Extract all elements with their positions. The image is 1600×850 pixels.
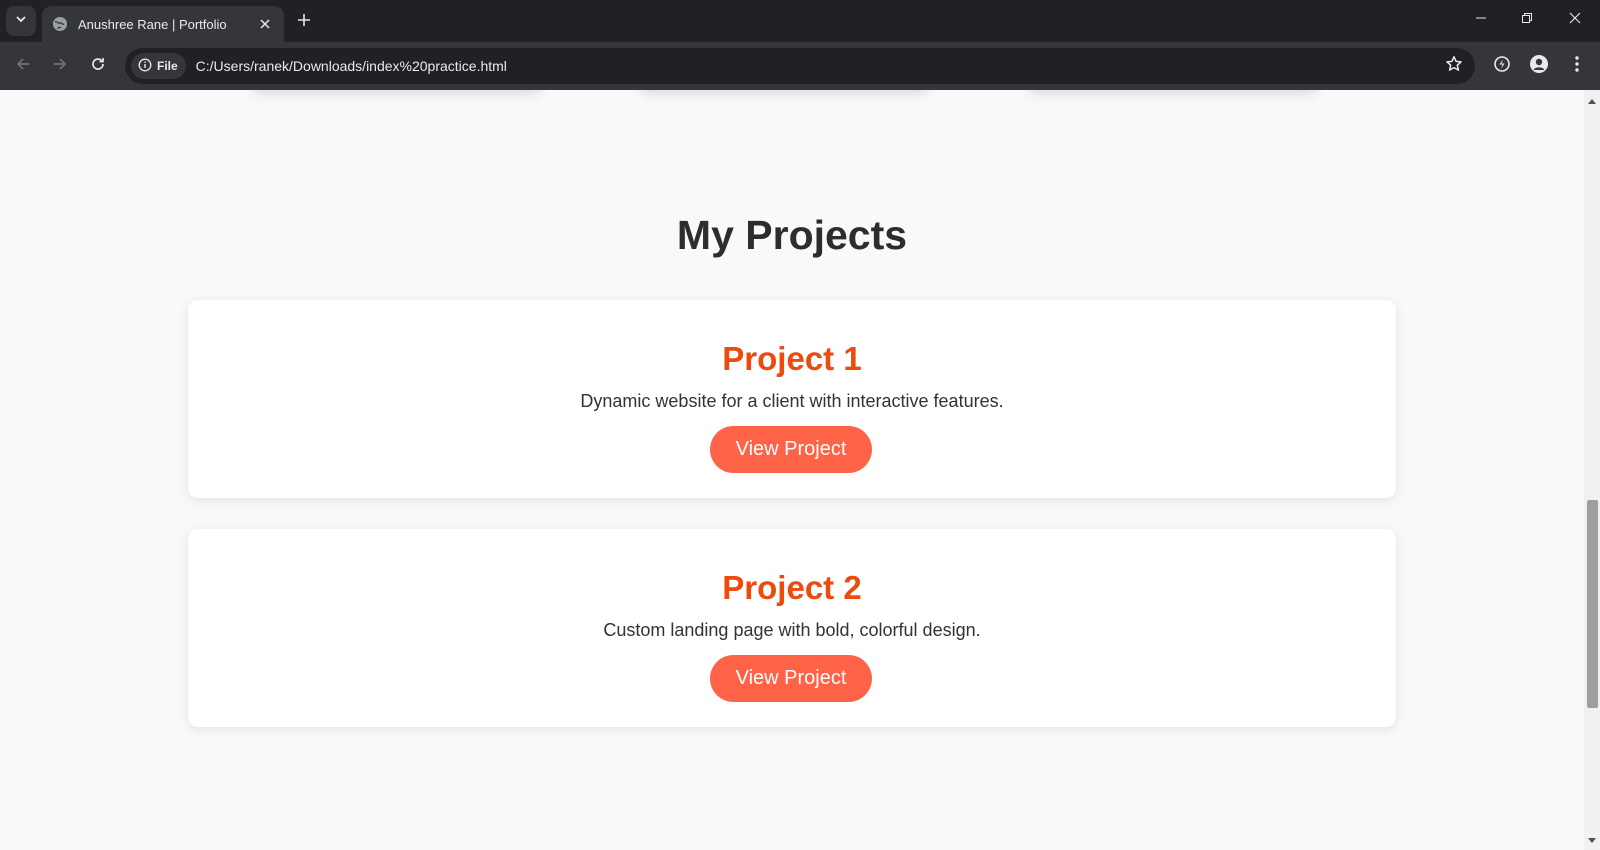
- project-description: Custom landing page with bold, colorful …: [603, 620, 981, 640]
- back-button[interactable]: [7, 50, 39, 82]
- close-window-button[interactable]: [1552, 0, 1598, 40]
- triangle-up-icon: [1588, 91, 1596, 109]
- globe-icon: [52, 16, 68, 32]
- tab-strip: Anushree Rane | Portfolio: [0, 0, 1600, 42]
- browser-toolbar: File C:/Users/ranek/Downloads/index%20pr…: [0, 42, 1600, 90]
- restore-icon: [1521, 11, 1533, 29]
- triangle-down-icon: [1588, 831, 1596, 849]
- avatar-icon: [1529, 54, 1549, 79]
- project-card: Project 1 Dynamic website for a client w…: [188, 300, 1396, 498]
- scroll-up-arrow[interactable]: [1584, 92, 1600, 108]
- arrow-right-icon: [52, 56, 68, 77]
- reload-button[interactable]: [82, 50, 114, 82]
- address-bar[interactable]: File C:/Users/ranek/Downloads/index%20pr…: [125, 48, 1475, 84]
- page-viewport: My Projects Project 1 Dynamic website fo…: [0, 90, 1584, 850]
- view-project-button[interactable]: View Project: [710, 426, 872, 473]
- browser-tab[interactable]: Anushree Rane | Portfolio: [42, 6, 284, 42]
- section-title: My Projects: [676, 212, 908, 258]
- scroll-down-arrow[interactable]: [1584, 832, 1600, 848]
- minimize-button[interactable]: [1458, 0, 1504, 40]
- tab-title: Anushree Rane | Portfolio: [78, 16, 227, 32]
- view-project-button[interactable]: View Project: [710, 655, 872, 702]
- project-card: Project 2 Custom landing page with bold,…: [188, 529, 1396, 727]
- site-chip-label: File: [157, 59, 178, 73]
- project-title: Project 1: [722, 340, 862, 377]
- plus-icon: [297, 13, 311, 32]
- restore-button[interactable]: [1504, 0, 1550, 40]
- scrollbar-thumb[interactable]: [1587, 500, 1598, 708]
- star-icon: [1445, 55, 1463, 78]
- project-description: Dynamic website for a client with intera…: [580, 391, 1004, 411]
- url-text[interactable]: C:/Users/ranek/Downloads/index%20practic…: [196, 58, 1439, 74]
- speed-icon: [1493, 55, 1511, 78]
- new-tab-button[interactable]: [292, 10, 316, 34]
- vertical-scrollbar[interactable]: [1584, 90, 1600, 850]
- arrow-left-icon: [15, 56, 31, 77]
- project-title: Project 2: [722, 569, 862, 606]
- bookmark-button[interactable]: [1439, 51, 1469, 81]
- tab-close-icon[interactable]: [256, 15, 274, 33]
- tab-search-button[interactable]: [6, 6, 36, 36]
- close-icon: [1569, 11, 1581, 29]
- chevron-down-icon: [15, 12, 27, 30]
- profile-button[interactable]: [1524, 51, 1554, 81]
- more-vert-icon: [1575, 55, 1579, 77]
- forward-button[interactable]: [44, 50, 76, 82]
- info-icon: [138, 58, 157, 75]
- minimize-icon: [1475, 11, 1487, 29]
- performance-button[interactable]: [1487, 51, 1517, 81]
- browser-menu-button[interactable]: [1562, 51, 1592, 81]
- reload-icon: [90, 56, 106, 77]
- site-info-chip[interactable]: File: [131, 53, 186, 79]
